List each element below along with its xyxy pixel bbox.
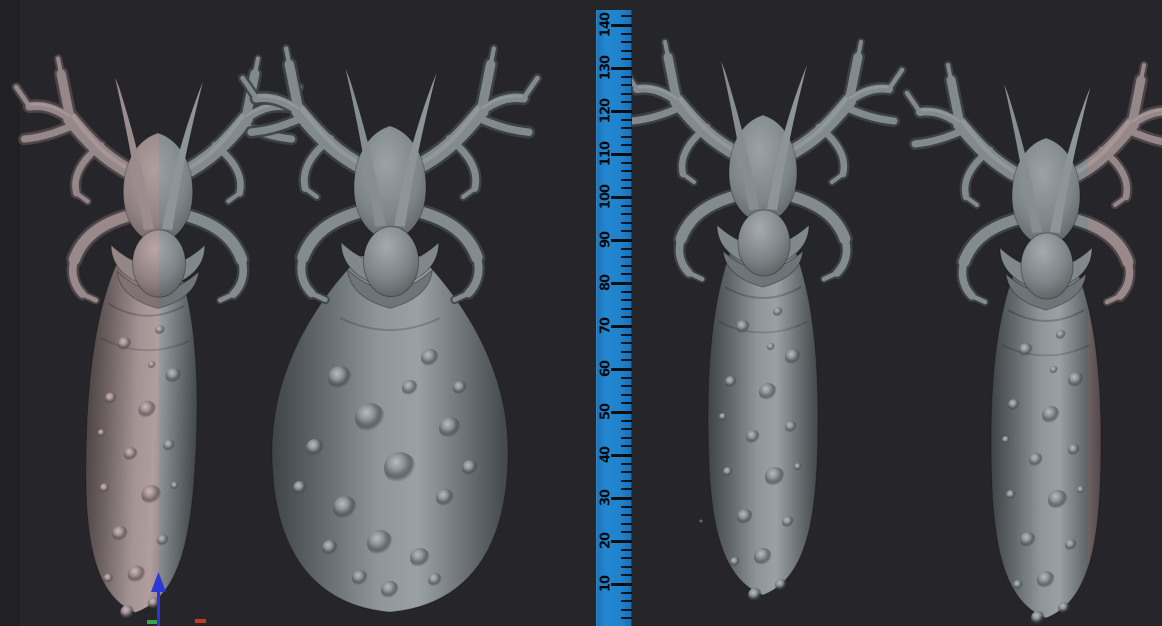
- ruler-label: 40: [597, 446, 615, 465]
- ruler-minor-tick: [621, 136, 632, 138]
- x-axis-handle[interactable]: [195, 619, 206, 623]
- ruler-minor-tick: [621, 127, 632, 129]
- ruler-minor-tick: [621, 222, 632, 224]
- ruler-minor-tick: [621, 377, 632, 379]
- ruler-minor-tick: [621, 437, 632, 439]
- ruler-minor-tick: [621, 557, 632, 559]
- ruler-minor-tick: [621, 480, 632, 482]
- ruler-minor-tick: [621, 101, 632, 103]
- ruler-minor-tick: [621, 162, 632, 164]
- ruler-minor-tick: [621, 342, 632, 344]
- ruler-minor-tick: [621, 205, 632, 207]
- ruler-minor-tick: [621, 463, 632, 465]
- ruler-minor-tick: [621, 299, 632, 301]
- ruler-minor-tick: [621, 617, 632, 619]
- ruler: 140 130 120 110 100 90 80 70 60 50 40 30 20 10: [596, 10, 632, 626]
- ruler-label: 80: [597, 274, 615, 293]
- y-axis-handle[interactable]: [147, 620, 157, 624]
- ruler-minor-tick: [621, 213, 632, 215]
- model-larva-4[interactable]: [907, 65, 1162, 625]
- mask-pink-left-half: [16, 59, 300, 622]
- ruler-minor-tick: [621, 351, 632, 353]
- ruler-minor-tick: [621, 273, 632, 275]
- ruler-minor-tick: [621, 308, 632, 310]
- ruler-minor-tick: [621, 41, 632, 43]
- ruler-minor-tick: [621, 187, 632, 189]
- ruler-minor-tick: [621, 420, 632, 422]
- model-larva-3[interactable]: [624, 42, 902, 602]
- ruler-minor-tick: [621, 359, 632, 361]
- sculpt-viewport[interactable]: 140 130 120 110 100 90 80 70 60 50 40 30 20 10: [0, 0, 1162, 626]
- model-canvas[interactable]: [0, 0, 1162, 626]
- ruler-label: 50: [597, 403, 615, 422]
- ruler-label: 120: [597, 102, 615, 121]
- ruler-minor-tick: [621, 609, 632, 611]
- ruler-minor-tick: [621, 119, 632, 121]
- ruler-label: 20: [597, 532, 615, 551]
- ruler-minor-tick: [621, 471, 632, 473]
- ruler-minor-tick: [621, 523, 632, 525]
- ruler-minor-tick: [621, 592, 632, 594]
- ruler-minor-tick: [621, 144, 632, 146]
- ruler-minor-tick: [621, 265, 632, 267]
- ruler-minor-tick: [621, 514, 632, 516]
- ruler-minor-tick: [621, 402, 632, 404]
- ruler-minor-tick: [621, 488, 632, 490]
- ruler-minor-tick: [621, 84, 632, 86]
- ruler-minor-tick: [621, 566, 632, 568]
- ruler-label: 100: [597, 188, 615, 207]
- ruler-minor-tick: [621, 76, 632, 78]
- ruler-minor-tick: [621, 33, 632, 35]
- ruler-minor-tick: [621, 316, 632, 318]
- ruler-minor-tick: [621, 291, 632, 293]
- ruler-label: 10: [597, 575, 615, 594]
- ruler-minor-tick: [621, 248, 632, 250]
- ruler-label: 90: [597, 231, 615, 250]
- ruler-minor-tick: [621, 394, 632, 396]
- ruler-minor-tick: [621, 15, 632, 17]
- ruler-label: 140: [597, 16, 615, 35]
- ruler-minor-tick: [621, 506, 632, 508]
- ruler-minor-tick: [621, 58, 632, 60]
- ruler-minor-tick: [621, 600, 632, 602]
- ruler-minor-tick: [621, 549, 632, 551]
- ruler-label: 30: [597, 489, 615, 508]
- ruler-minor-tick: [621, 334, 632, 336]
- ruler-label: 60: [597, 360, 615, 379]
- ruler-minor-tick: [621, 385, 632, 387]
- ruler-minor-tick: [621, 170, 632, 172]
- ruler-minor-tick: [621, 445, 632, 447]
- ruler-label: 70: [597, 317, 615, 336]
- model-larva-1[interactable]: [16, 59, 300, 622]
- ruler-label: 110: [597, 145, 615, 164]
- ruler-minor-tick: [621, 50, 632, 52]
- ruler-minor-tick: [621, 230, 632, 232]
- ruler-minor-tick: [621, 256, 632, 258]
- ruler-minor-tick: [621, 179, 632, 181]
- ruler-minor-tick: [621, 574, 632, 576]
- stray-dot: [700, 520, 703, 523]
- ruler-label: 130: [597, 59, 615, 78]
- ruler-minor-tick: [621, 428, 632, 430]
- ruler-minor-tick: [621, 531, 632, 533]
- ruler-minor-tick: [621, 93, 632, 95]
